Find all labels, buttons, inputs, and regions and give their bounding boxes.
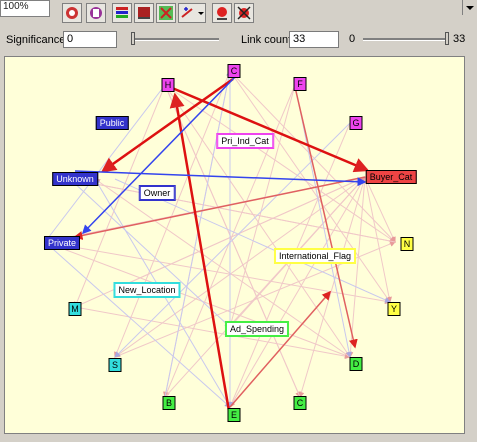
node-ad-spending[interactable]: Ad_Spending	[224, 321, 290, 337]
link-count-input[interactable]: 33	[289, 31, 339, 48]
node-d[interactable]: D	[349, 357, 363, 371]
link-count-slider-thumb[interactable]	[445, 32, 449, 45]
node-h[interactable]: H	[161, 78, 175, 92]
node-pri-ind-cat[interactable]: Pri_Ind_Cat	[216, 133, 274, 149]
node-c-top[interactable]: C	[227, 64, 241, 78]
slider-max-label: 33	[453, 33, 466, 45]
significance-input[interactable]: 0	[63, 31, 117, 48]
node-y[interactable]: Y	[387, 302, 401, 316]
zoom-value: 100%	[3, 1, 29, 12]
node-m[interactable]: M	[68, 302, 82, 316]
node-international-flag[interactable]: International_Flag	[273, 248, 357, 264]
remove-marker-icon[interactable]	[234, 3, 254, 23]
chart-icon[interactable]	[86, 3, 106, 23]
grid-icon[interactable]	[112, 3, 132, 23]
chevron-down-icon[interactable]	[462, 0, 477, 15]
marker-icon[interactable]	[212, 3, 232, 23]
network-graph[interactable]: H C F G Public Pri_Ind_Cat Unknown Owner…	[4, 56, 465, 434]
flag-icon[interactable]	[134, 3, 154, 23]
slider-min-label: 0	[349, 33, 356, 45]
node-c-bottom[interactable]: C	[293, 396, 307, 410]
node-s[interactable]: S	[108, 358, 122, 372]
node-n[interactable]: N	[400, 237, 414, 251]
zoom-select[interactable]: 100%	[0, 0, 477, 17]
node-e[interactable]: E	[227, 408, 241, 422]
node-owner[interactable]: Owner	[138, 185, 176, 201]
layout-icon[interactable]	[156, 3, 176, 23]
link-count-label: Link count:	[241, 34, 295, 46]
node-b[interactable]: B	[162, 396, 176, 410]
node-buyer-cat[interactable]: Buyer_Cat	[365, 170, 417, 184]
significance-label: Significance:	[6, 34, 69, 46]
link-count-slider-track[interactable]	[363, 38, 449, 41]
node-new-location[interactable]: New_Location	[113, 282, 181, 298]
add-remove-icon[interactable]	[178, 3, 206, 23]
node-g[interactable]: G	[349, 116, 363, 130]
node-public[interactable]: Public	[95, 116, 129, 130]
node-unknown[interactable]: Unknown	[52, 172, 98, 186]
node-icon[interactable]	[62, 3, 82, 23]
significance-slider-track[interactable]	[131, 38, 219, 41]
node-private[interactable]: Private	[43, 236, 81, 250]
node-f[interactable]: F	[293, 77, 307, 91]
significance-slider-thumb[interactable]	[131, 32, 135, 45]
